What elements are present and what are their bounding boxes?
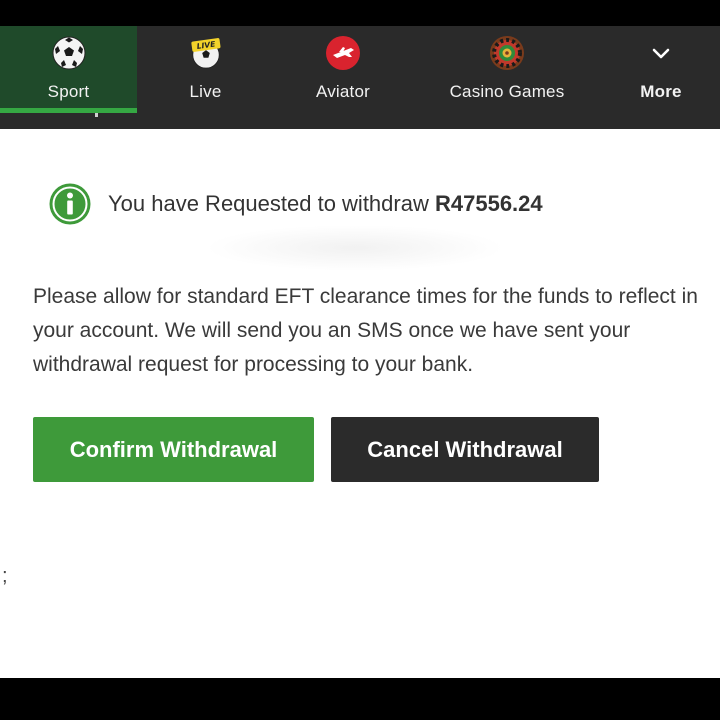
blurred-region	[205, 225, 505, 271]
aviator-plane-icon	[325, 35, 361, 71]
bottom-black-bar	[0, 678, 720, 720]
live-ball-icon: LIVE	[188, 35, 224, 71]
nav-item-live[interactable]: LIVE Live	[137, 26, 274, 113]
nav-item-casino-games[interactable]: Casino Games	[412, 26, 602, 113]
nav-label-more: More	[640, 82, 682, 101]
nav-label-sport: Sport	[47, 82, 90, 101]
notice-text: You have Requested to withdraw R47556.24	[108, 191, 543, 217]
nav-label-casino-games: Casino Games	[449, 82, 565, 101]
nav-label-aviator: Aviator	[315, 82, 370, 101]
nav-item-aviator[interactable]: Aviator	[274, 26, 412, 113]
soccer-ball-icon	[51, 35, 87, 71]
nav-sub-strip	[0, 113, 720, 129]
notice-prefix: You have Requested to withdraw	[108, 191, 429, 216]
chevron-down-icon	[643, 35, 679, 71]
nav-item-more[interactable]: More	[602, 26, 720, 113]
nav-item-sport[interactable]: Sport	[0, 26, 137, 113]
top-black-bar	[0, 0, 720, 26]
eft-clearance-message: Please allow for standard EFT clearance …	[33, 285, 698, 376]
withdraw-amount: R47556.24	[434, 191, 543, 216]
withdrawal-notice: You have Requested to withdraw R47556.24	[49, 183, 543, 225]
withdrawal-panel: You have Requested to withdraw R47556.24…	[0, 129, 720, 678]
roulette-wheel-icon	[489, 35, 525, 71]
stray-semicolon: ;	[2, 565, 8, 587]
info-icon	[49, 183, 91, 225]
confirm-withdrawal-button[interactable]: Confirm Withdrawal	[33, 417, 314, 482]
cancel-withdrawal-button[interactable]: Cancel Withdrawal	[331, 417, 599, 482]
nav-label-live: Live	[189, 82, 222, 101]
main-navbar: Sport LIVE Live Aviator Casino Games Mor…	[0, 26, 720, 113]
strip-tick	[95, 113, 98, 117]
